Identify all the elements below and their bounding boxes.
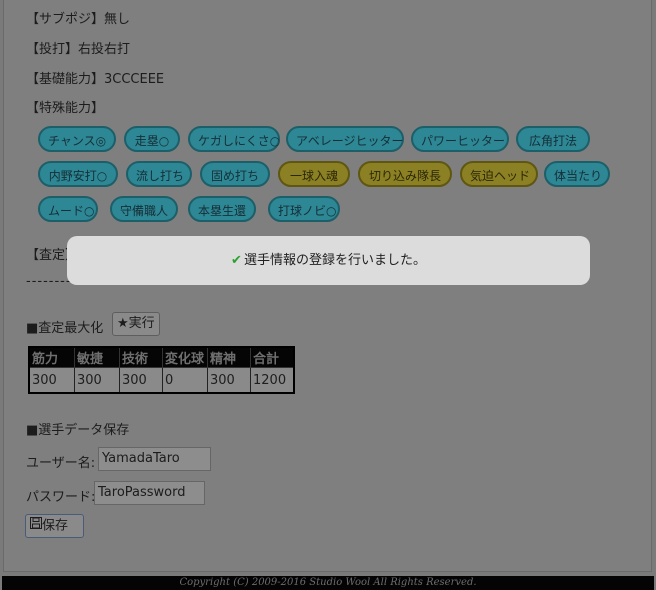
ability-pill: パワーヒッター — [411, 126, 509, 152]
stats-table: 筋力 敏捷 技術 変化球 精神 合計 300 300 300 0 300 120… — [28, 346, 295, 394]
success-toast: ✔ 選手情報の登録を行いました。 — [67, 236, 590, 285]
table-cell[interactable]: 0 — [162, 367, 208, 394]
ability-pill: 打球ノビ○ — [268, 196, 340, 222]
ability-pill: 気迫ヘッド — [460, 161, 538, 187]
ability-pill: ケガしにくさ○ — [188, 126, 280, 152]
password-label: パスワード: — [26, 490, 96, 505]
ability-pill: 流し打ち — [126, 161, 192, 187]
table-header-row: 筋力 敏捷 技術 変化球 精神 合計 — [28, 346, 295, 368]
floppy-disk-icon — [30, 515, 42, 537]
table-cell[interactable]: 300 — [28, 367, 75, 394]
table-header: 精神 — [207, 346, 251, 368]
table-header: 敏捷 — [74, 346, 120, 368]
bat-throw: 【投打】右投右打 — [26, 42, 131, 57]
password-input[interactable]: TaroPassword — [94, 481, 205, 505]
table-header: 筋力 — [28, 346, 75, 368]
username-label: ユーザー名: — [26, 456, 96, 471]
ability-pill: 本塁生還 — [188, 196, 256, 222]
save-button[interactable]: 保存 — [25, 514, 84, 538]
table-row: 300 300 300 0 300 1200 — [28, 367, 295, 394]
sub-position: 【サブポジ】無し — [26, 12, 131, 27]
ability-pill: 内野安打○ — [38, 161, 118, 187]
ability-pill: 固め打ち — [200, 161, 270, 187]
ability-pill: 守備職人 — [110, 196, 178, 222]
save-button-label: 保存 — [42, 518, 69, 534]
ability-pill: ムード○ — [38, 196, 98, 222]
ability-pill: 体当たり — [544, 161, 610, 187]
save-heading: ■選手データ保存 — [26, 423, 130, 438]
table-header: 合計 — [250, 346, 295, 368]
table-header: 技術 — [119, 346, 163, 368]
ability-pill: 一球入魂 — [278, 161, 350, 187]
check-icon: ✔ — [231, 253, 242, 268]
ability-pill: 切り込み隊長 — [358, 161, 452, 187]
ability-pill: 走塁○ — [124, 126, 180, 152]
ability-pill: 広角打法 — [516, 126, 590, 152]
main-content: 【サブポジ】無し 【投打】右投右打 【基礎能力】3CCCEEE 【特殊能力】 チ… — [3, 0, 652, 572]
table-cell[interactable]: 300 — [207, 367, 251, 394]
table-cell: 1200 — [250, 367, 295, 394]
footer-copyright: Copyright (C) 2009-2016 Studio Wool All … — [2, 576, 654, 590]
table-cell[interactable]: 300 — [74, 367, 120, 394]
execute-button[interactable]: ★実行 — [112, 312, 160, 336]
table-cell[interactable]: 300 — [119, 367, 163, 394]
special-ability-label: 【特殊能力】 — [26, 101, 105, 116]
ability-pill: チャンス◎ — [38, 126, 116, 152]
toast-message: 選手情報の登録を行いました。 — [243, 253, 426, 268]
maximize-label: ■査定最大化 — [26, 321, 104, 336]
table-header: 変化球 — [162, 346, 208, 368]
username-input[interactable]: YamadaTaro — [98, 447, 211, 471]
basic-ability: 【基礎能力】3CCCEEE — [26, 72, 165, 87]
ability-pill: アベレージヒッター — [286, 126, 404, 152]
